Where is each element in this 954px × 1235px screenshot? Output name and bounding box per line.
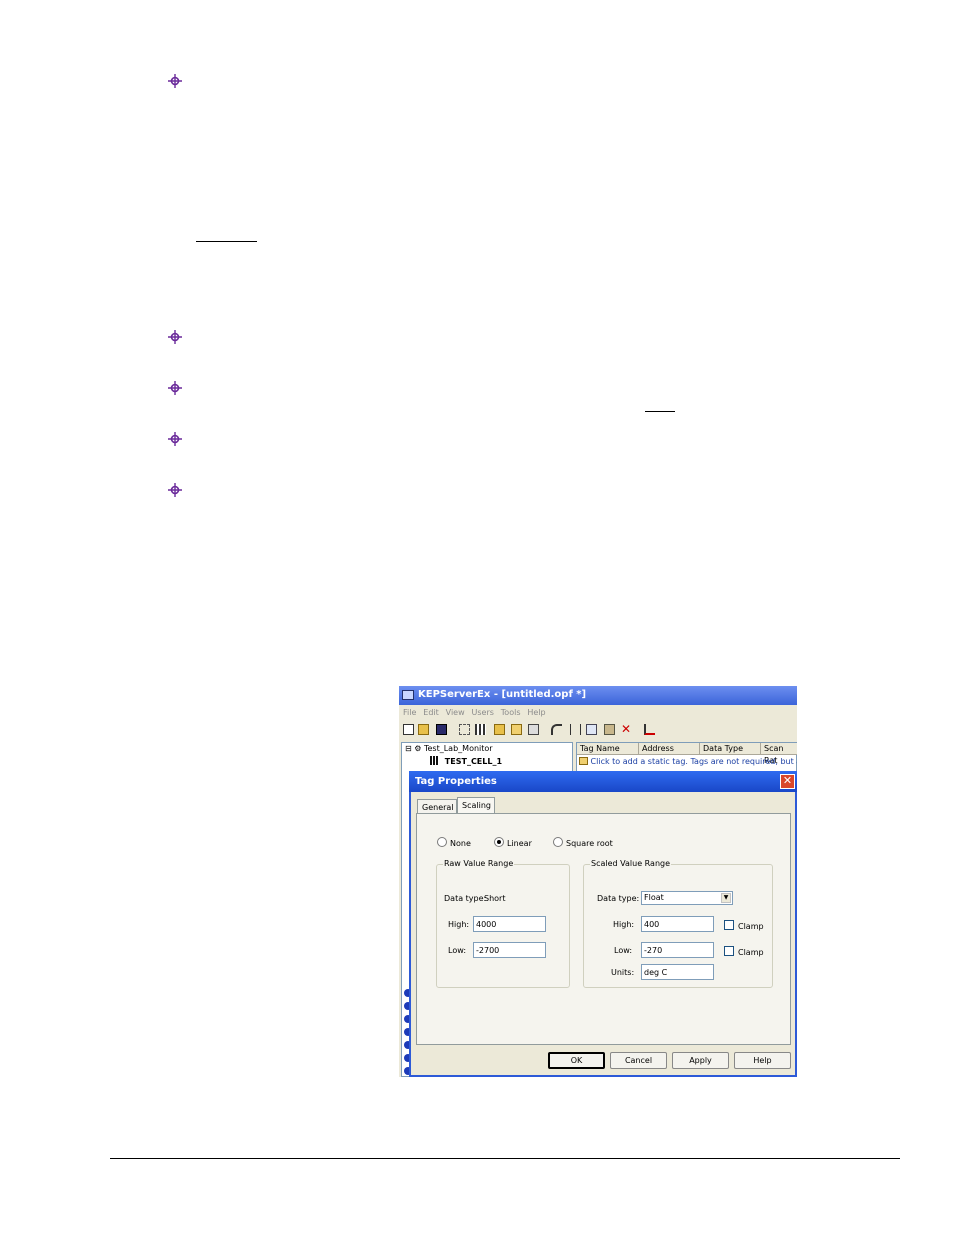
help-button[interactable]: Help xyxy=(734,1052,791,1069)
footer-rule xyxy=(110,1158,900,1159)
underline-rule xyxy=(645,411,675,412)
device-icon xyxy=(430,756,439,765)
tag-properties-dialog: Tag Properties ✕ General Scaling None Li… xyxy=(409,771,797,1077)
radio-none[interactable]: None xyxy=(437,837,471,848)
underline-rule xyxy=(196,241,257,242)
bullet-icon xyxy=(168,381,182,395)
app-title: KEPServerEx - [untitled.opf *] xyxy=(418,689,587,700)
col-header-tag-name[interactable]: Tag Name xyxy=(577,743,639,755)
menu-view[interactable]: View xyxy=(446,708,465,717)
raw-group-legend: Raw Value Range xyxy=(443,859,515,868)
radio-none-label: None xyxy=(450,839,471,848)
radio-unchecked-icon xyxy=(437,837,447,847)
delete-icon[interactable]: ✕ xyxy=(621,723,632,735)
scaled-low-label: Low: xyxy=(614,946,633,955)
radio-linear[interactable]: Linear xyxy=(494,837,532,848)
menu-edit[interactable]: Edit xyxy=(423,708,439,717)
radio-square-root-label: Square root xyxy=(566,839,613,848)
scaled-data-type-label: Data type: xyxy=(597,894,640,903)
units-label: Units: xyxy=(611,968,635,977)
tree-item-device[interactable]: TEST_CELL_1 xyxy=(430,756,502,766)
menu-help[interactable]: Help xyxy=(527,708,545,717)
add-tag-hint-text: Click to add a static tag. Tags are not … xyxy=(590,757,797,766)
raw-data-type-label: Data type: xyxy=(444,894,487,903)
high-clamp-checkbox[interactable]: Clamp xyxy=(724,920,764,931)
chevron-down-icon[interactable]: ▼ xyxy=(721,893,731,903)
new-tag-icon[interactable] xyxy=(511,724,522,735)
col-header-data-type[interactable]: Data Type xyxy=(700,743,761,755)
toolbar: ✕ xyxy=(399,722,797,740)
bullet-icon xyxy=(168,330,182,344)
collapse-icon[interactable]: ⊟ xyxy=(405,744,412,753)
quick-client-icon[interactable] xyxy=(644,724,655,735)
menu-bar: File Edit View Users Tools Help xyxy=(399,706,797,720)
kepserver-logo-icon xyxy=(402,690,414,700)
bullet-icon xyxy=(168,483,182,497)
app-title-bar: KEPServerEx - [untitled.opf *] xyxy=(399,686,797,705)
scaled-data-type-select[interactable]: Float ▼ xyxy=(641,891,733,905)
low-clamp-label: Clamp xyxy=(738,948,764,957)
scaling-panel: None Linear Square root Raw Value Range … xyxy=(416,813,791,1045)
checkbox-icon xyxy=(724,920,734,930)
bullet-icon xyxy=(168,74,182,88)
units-input[interactable] xyxy=(641,964,714,980)
new-channel-icon[interactable] xyxy=(459,724,470,735)
radio-checked-icon xyxy=(494,837,504,847)
dialog-title-bar: Tag Properties ✕ xyxy=(409,771,797,792)
cut-icon[interactable] xyxy=(570,724,581,735)
new-group-icon[interactable] xyxy=(494,724,505,735)
paste-icon[interactable] xyxy=(604,724,615,735)
copy-icon[interactable] xyxy=(586,724,597,735)
tab-general[interactable]: General xyxy=(417,799,457,814)
scaled-value-range-group: Scaled Value Range Data type: Float ▼ Hi… xyxy=(583,859,773,988)
undo-icon[interactable] xyxy=(551,724,562,735)
radio-linear-label: Linear xyxy=(507,839,532,848)
menu-file[interactable]: File xyxy=(403,708,416,717)
open-folder-icon[interactable] xyxy=(418,724,429,735)
apply-button[interactable]: Apply xyxy=(672,1052,729,1069)
add-tag-hint-row[interactable]: Click to add a static tag. Tags are not … xyxy=(579,757,797,766)
properties-icon[interactable] xyxy=(528,724,539,735)
scaled-high-label: High: xyxy=(613,920,635,929)
cancel-button[interactable]: Cancel xyxy=(610,1052,667,1069)
scaled-data-type-value: Float xyxy=(644,893,664,902)
new-tag-icon xyxy=(579,757,588,765)
low-clamp-checkbox[interactable]: Clamp xyxy=(724,946,764,957)
bullet-icon xyxy=(168,432,182,446)
channel-icon: ⚙ xyxy=(414,744,422,753)
dialog-title: Tag Properties xyxy=(415,776,497,787)
scaled-high-input[interactable] xyxy=(641,916,714,932)
new-file-icon[interactable] xyxy=(403,724,414,735)
raw-low-label: Low: xyxy=(448,946,467,955)
raw-low-input[interactable] xyxy=(473,942,546,958)
scaled-low-input[interactable] xyxy=(641,942,714,958)
menu-users[interactable]: Users xyxy=(472,708,494,717)
radio-square-root[interactable]: Square root xyxy=(553,837,613,848)
close-icon[interactable]: ✕ xyxy=(780,774,795,789)
raw-high-label: High: xyxy=(448,920,470,929)
new-device-icon[interactable] xyxy=(475,724,486,735)
scaled-group-legend: Scaled Value Range xyxy=(590,859,672,868)
checkbox-icon xyxy=(724,946,734,956)
raw-data-type-value: Short xyxy=(484,894,506,903)
tab-scaling[interactable]: Scaling xyxy=(457,797,495,814)
tree-project-label: Test_Lab_Monitor xyxy=(423,744,493,753)
menu-tools[interactable]: Tools xyxy=(501,708,521,717)
col-header-address[interactable]: Address xyxy=(639,743,700,755)
radio-unchecked-icon xyxy=(553,837,563,847)
tree-device-label: TEST_CELL_1 xyxy=(444,757,503,766)
raw-value-range-group: Raw Value Range Data type: Short High: L… xyxy=(436,859,570,988)
save-icon[interactable] xyxy=(436,724,447,735)
tree-item-project[interactable]: ⊟ ⚙ Test_Lab_Monitor xyxy=(405,744,493,753)
ok-button[interactable]: OK xyxy=(548,1052,605,1069)
high-clamp-label: Clamp xyxy=(738,922,764,931)
raw-high-input[interactable] xyxy=(473,916,546,932)
col-header-scan-rate[interactable]: Scan Rat xyxy=(761,743,797,765)
